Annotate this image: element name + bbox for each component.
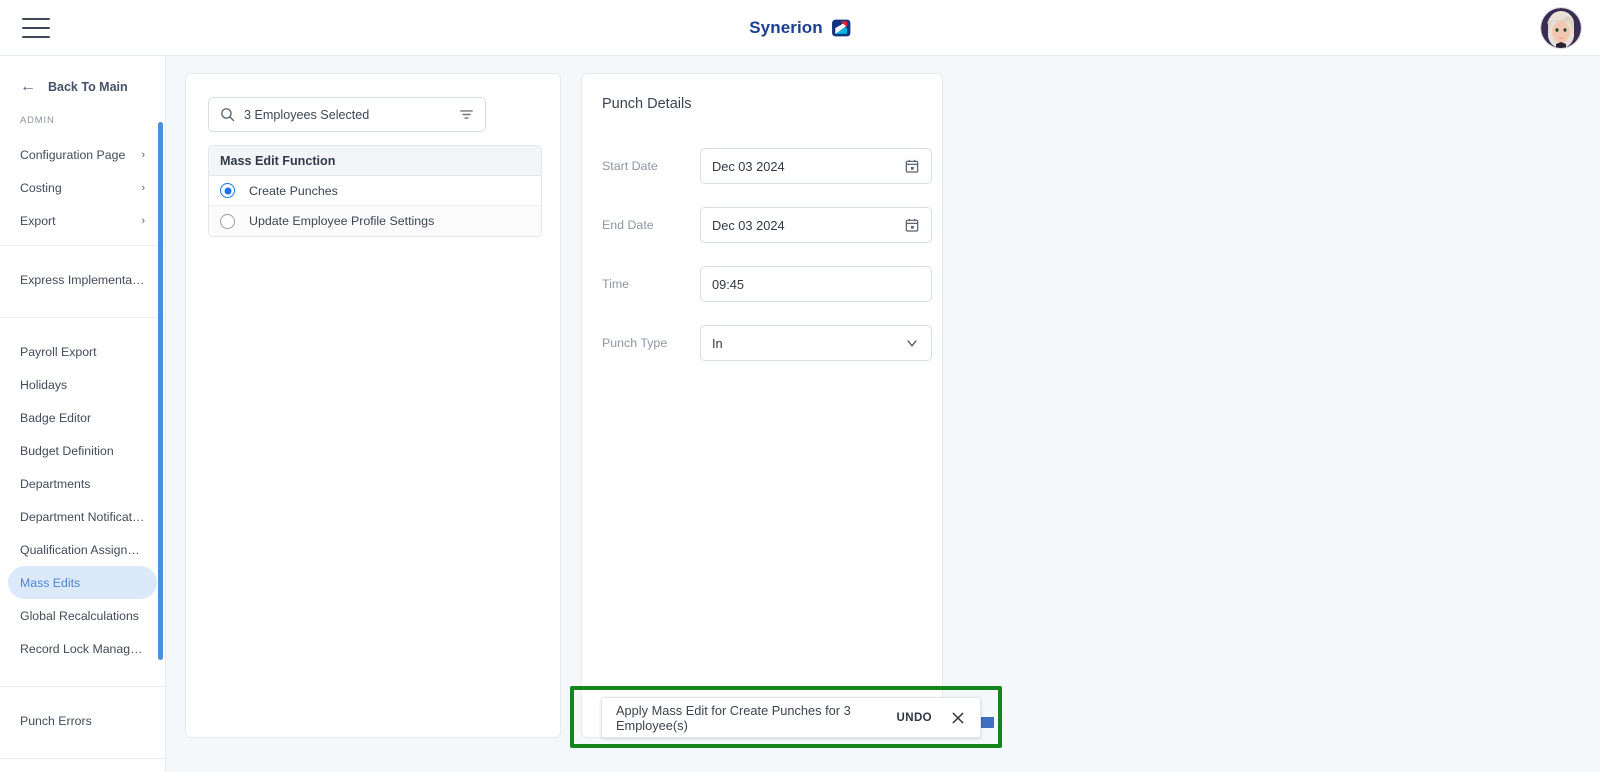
sidebar-item-label: Departments xyxy=(20,476,91,491)
mass-edit-function-list: Mass Edit Function Create Punches Update… xyxy=(208,145,542,237)
toast-message: Apply Mass Edit for Create Punches for 3… xyxy=(616,702,851,733)
sidebar-item-label: Budget Definition xyxy=(20,443,114,458)
sidebar-item-label: Configuration Page xyxy=(20,147,126,162)
sidebar-item-budget-definition[interactable]: Budget Definition xyxy=(8,434,157,467)
back-to-main-link[interactable]: ← Back To Main xyxy=(0,65,165,109)
avatar[interactable] xyxy=(1540,7,1582,49)
field-row-end-date: End Date Dec 03 2024 xyxy=(582,207,942,243)
sidebar-item-punch-errors[interactable]: Punch Errors xyxy=(8,704,157,737)
sidebar-item-label: Punch Errors xyxy=(20,713,92,728)
hamburger-menu-icon[interactable] xyxy=(22,17,50,38)
chevron-right-icon: › xyxy=(141,181,145,194)
sidebar-item-record-lock-management[interactable]: Record Lock Management xyxy=(8,632,157,665)
sidebar-item-label: Mass Edits xyxy=(20,575,81,590)
field-row-start-date: Start Date Dec 03 2024 xyxy=(582,148,942,184)
punch-details-card: Punch Details Start Date Dec 03 2024 End… xyxy=(581,73,994,738)
sidebar-item-holidays[interactable]: Holidays xyxy=(8,368,157,401)
option-create-punches[interactable]: Create Punches xyxy=(209,176,541,206)
calendar-icon[interactable] xyxy=(904,217,920,233)
employee-search-value: 3 Employees Selected xyxy=(244,107,370,122)
time-value: 09:45 xyxy=(712,276,745,292)
option-label: Create Punches xyxy=(249,183,338,198)
sidebar-item-costing[interactable]: Costing › xyxy=(8,171,157,204)
sidebar-group-express: Express Implementation P... xyxy=(0,246,165,318)
sidebar-item-label: Global Recalculations xyxy=(20,608,139,623)
brand-logo[interactable]: Synerion xyxy=(749,18,851,38)
mass-edit-function-header: Mass Edit Function xyxy=(209,146,541,176)
chevron-right-icon: › xyxy=(141,214,145,227)
punch-details-title: Punch Details xyxy=(602,96,692,112)
sidebar-item-department-notifications[interactable]: Department Notifications xyxy=(8,500,157,533)
sidebar-item-label: Express Implementation P... xyxy=(20,272,145,287)
sidebar-item-label: Payroll Export xyxy=(20,344,97,359)
field-row-time: Time 09:45 xyxy=(582,266,942,302)
top-app-bar: Synerion xyxy=(0,0,1600,56)
sidebar-item-label: Badge Editor xyxy=(20,410,92,425)
sidebar-item-label: Export xyxy=(20,213,56,228)
sidebar-navigation[interactable]: ← Back To Main ADMIN Configuration Page … xyxy=(0,56,166,772)
application-root: Synerion ← Back To Main ADMIN Configurat… xyxy=(0,0,1600,772)
sidebar-item-payroll-export[interactable]: Payroll Export xyxy=(8,335,157,368)
sidebar-item-global-recalculations[interactable]: Global Recalculations xyxy=(8,599,157,632)
sidebar-item-express-implementation[interactable]: Express Implementation P... xyxy=(8,263,157,296)
search-icon xyxy=(221,108,235,122)
arrow-left-icon: ← xyxy=(20,78,36,95)
chevron-right-icon: › xyxy=(141,148,145,161)
end-date-value: Dec 03 2024 xyxy=(712,217,785,233)
radio-update-employee-profile-settings[interactable] xyxy=(220,213,235,229)
sidebar-item-label: Holidays xyxy=(20,377,68,392)
sidebar-item-label: Record Lock Management xyxy=(20,641,145,656)
user-avatar-image xyxy=(1541,8,1581,48)
employee-selection-card: 3 Employees Selected Mass Edit Function … xyxy=(185,73,561,738)
sidebar-item-departments[interactable]: Departments xyxy=(8,467,157,500)
sidebar-item-label: Costing xyxy=(20,180,62,195)
synerion-logo-icon xyxy=(831,19,850,36)
option-update-employee-profile-settings[interactable]: Update Employee Profile Settings xyxy=(209,206,541,236)
punch-type-label: Punch Type xyxy=(602,336,668,350)
sidebar-item-configuration-page[interactable]: Configuration Page › xyxy=(8,138,157,171)
end-date-label: End Date xyxy=(602,218,654,232)
sidebar-item-mass-edits[interactable]: Mass Edits xyxy=(8,566,157,599)
filter-icon[interactable] xyxy=(458,106,475,123)
punch-type-select[interactable]: In xyxy=(700,325,932,361)
sidebar-group-exception: Exception Groups xyxy=(0,759,165,772)
field-row-punch-type: Punch Type In xyxy=(582,325,942,361)
back-to-main-label: Back To Main xyxy=(48,80,128,94)
sidebar-item-label: Department Notifications xyxy=(20,509,145,524)
chevron-down-icon[interactable] xyxy=(904,335,920,351)
start-date-value: Dec 03 2024 xyxy=(712,158,785,174)
punch-type-value: In xyxy=(712,335,723,351)
close-icon[interactable] xyxy=(950,710,966,726)
mass-edit-toast: Apply Mass Edit for Create Punches for 3… xyxy=(601,697,981,738)
option-label: Update Employee Profile Settings xyxy=(249,214,435,228)
sidebar-group-admin-expandables: Configuration Page › Costing › Export › xyxy=(0,134,165,246)
sidebar-item-export[interactable]: Export › xyxy=(8,204,157,237)
sidebar-group-punch: Punch Errors xyxy=(0,687,165,759)
brand-name: Synerion xyxy=(749,17,823,37)
sidebar-item-badge-editor[interactable]: Badge Editor xyxy=(8,401,157,434)
end-date-input[interactable]: Dec 03 2024 xyxy=(700,207,932,243)
time-label: Time xyxy=(602,277,630,291)
start-date-input[interactable]: Dec 03 2024 xyxy=(700,148,932,184)
time-input[interactable]: 09:45 xyxy=(700,266,932,302)
main-content: 3 Employees Selected Mass Edit Function … xyxy=(166,56,1600,772)
sidebar-section-label: ADMIN xyxy=(20,115,55,126)
start-date-label: Start Date xyxy=(602,159,658,173)
sidebar-item-qualification-assignments[interactable]: Qualification Assignments xyxy=(8,533,157,566)
calendar-icon[interactable] xyxy=(904,158,920,174)
undo-button[interactable]: UNDO xyxy=(897,712,932,724)
employee-search-input[interactable]: 3 Employees Selected xyxy=(208,97,486,132)
sidebar-item-label: Qualification Assignments xyxy=(20,542,145,557)
sidebar-scrollbar[interactable] xyxy=(158,122,163,660)
radio-create-punches[interactable] xyxy=(220,183,235,198)
sidebar-group-admin-pages: Payroll Export Holidays Badge Editor Bud… xyxy=(0,318,165,687)
